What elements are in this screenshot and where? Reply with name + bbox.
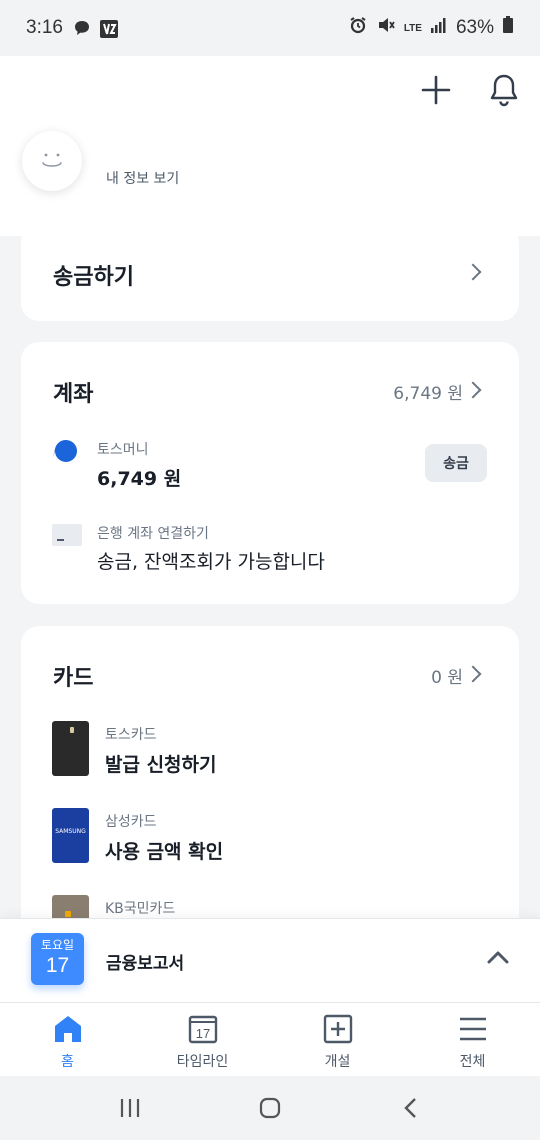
chevron-right-icon[interactable]	[464, 665, 482, 683]
app-notification-icon	[99, 19, 118, 38]
tab-label: 개설	[324, 1054, 351, 1070]
card-action: 발급 신청하기	[105, 754, 217, 776]
account-balance: 6,749 원	[97, 468, 182, 490]
chevron-right-icon	[464, 263, 482, 281]
chat-bubble-icon	[73, 19, 91, 37]
bell-icon[interactable]	[486, 70, 522, 110]
home-icon	[52, 1013, 84, 1045]
battery-level: 63%	[455, 17, 494, 38]
mute-icon	[376, 15, 396, 41]
card-name: 토스카드	[105, 727, 157, 743]
plus-square-icon	[322, 1013, 354, 1045]
transfer-title: 송금하기	[53, 265, 134, 290]
header: 내 정보 보기	[0, 56, 540, 236]
network-type: LTE	[403, 22, 422, 34]
app-screen: 내 정보 보기 송금하기 계좌 6,749 원 토스머니 6,749 원 송금 …	[0, 56, 540, 1076]
send-button[interactable]: 송금	[425, 444, 487, 482]
tab-open-account[interactable]: 개설	[270, 1003, 405, 1076]
bank-connect-desc: 송금, 잔액조회가 가능합니다	[97, 551, 325, 573]
toss-card-icon	[52, 721, 89, 776]
cards-total[interactable]: 0 원	[431, 663, 463, 688]
bottom-tab-bar: 홈 17 타임라인 개설 전체	[0, 1002, 540, 1076]
status-bar: 3:16 LTE 63%	[0, 0, 540, 56]
status-time: 3:16	[26, 17, 63, 38]
status-indicators: LTE 63%	[348, 15, 514, 41]
battery-icon	[502, 16, 514, 40]
financial-report-bar[interactable]: 토요일 17 금융보고서	[0, 918, 540, 1002]
tab-label: 타임라인	[176, 1054, 229, 1070]
accounts-total[interactable]: 6,749 원	[393, 379, 463, 404]
card-action: 사용 금액 확인	[105, 841, 224, 863]
tab-timeline[interactable]: 17 타임라인	[135, 1003, 270, 1076]
chevron-right-icon[interactable]	[464, 381, 482, 399]
cards-card: 카드 0 원 토스카드 발급 신청하기 SAMSUNG 삼성카드 사용 금액 확…	[21, 626, 519, 950]
tab-all[interactable]: 전체	[405, 1003, 540, 1076]
cards-title: 카드	[53, 666, 94, 691]
card-name: KB국민카드	[105, 901, 176, 917]
plus-icon[interactable]	[418, 70, 454, 110]
chevron-up-icon[interactable]	[486, 945, 510, 969]
account-name: 토스머니	[97, 442, 149, 458]
accounts-card: 계좌 6,749 원 토스머니 6,749 원 송금 은행 계좌 연결하기 송금…	[21, 342, 519, 604]
accounts-title: 계좌	[53, 382, 94, 407]
alarm-icon	[348, 15, 368, 41]
calendar-icon-text: 17	[195, 1026, 209, 1041]
bank-connect-label: 은행 계좌 연결하기	[97, 526, 209, 542]
calendar-badge: 토요일 17	[31, 933, 84, 985]
toss-money-icon	[52, 438, 80, 468]
report-title: 금융보고서	[106, 954, 185, 974]
tab-label: 전체	[459, 1054, 486, 1070]
card-name: 삼성카드	[105, 814, 157, 830]
tab-home[interactable]: 홈	[0, 1003, 135, 1076]
samsung-card-icon: SAMSUNG	[52, 808, 89, 863]
bank-icon	[52, 524, 82, 546]
system-nav-bar	[0, 1076, 540, 1140]
samsung-logo: SAMSUNG	[55, 828, 86, 835]
smile-face-icon	[42, 153, 62, 167]
back-icon[interactable]	[380, 1088, 440, 1128]
signal-icon	[430, 16, 448, 40]
calendar-icon: 17	[187, 1013, 219, 1045]
avatar[interactable]	[22, 131, 82, 191]
report-day: 17	[45, 954, 70, 977]
tab-label: 홈	[61, 1054, 74, 1070]
profile-link[interactable]: 내 정보 보기	[106, 168, 179, 188]
recent-apps-icon[interactable]	[100, 1088, 160, 1128]
menu-icon	[457, 1013, 489, 1045]
report-weekday: 토요일	[40, 938, 75, 952]
transfer-card[interactable]: 송금하기	[21, 225, 519, 321]
home-button-icon[interactable]	[240, 1088, 300, 1128]
